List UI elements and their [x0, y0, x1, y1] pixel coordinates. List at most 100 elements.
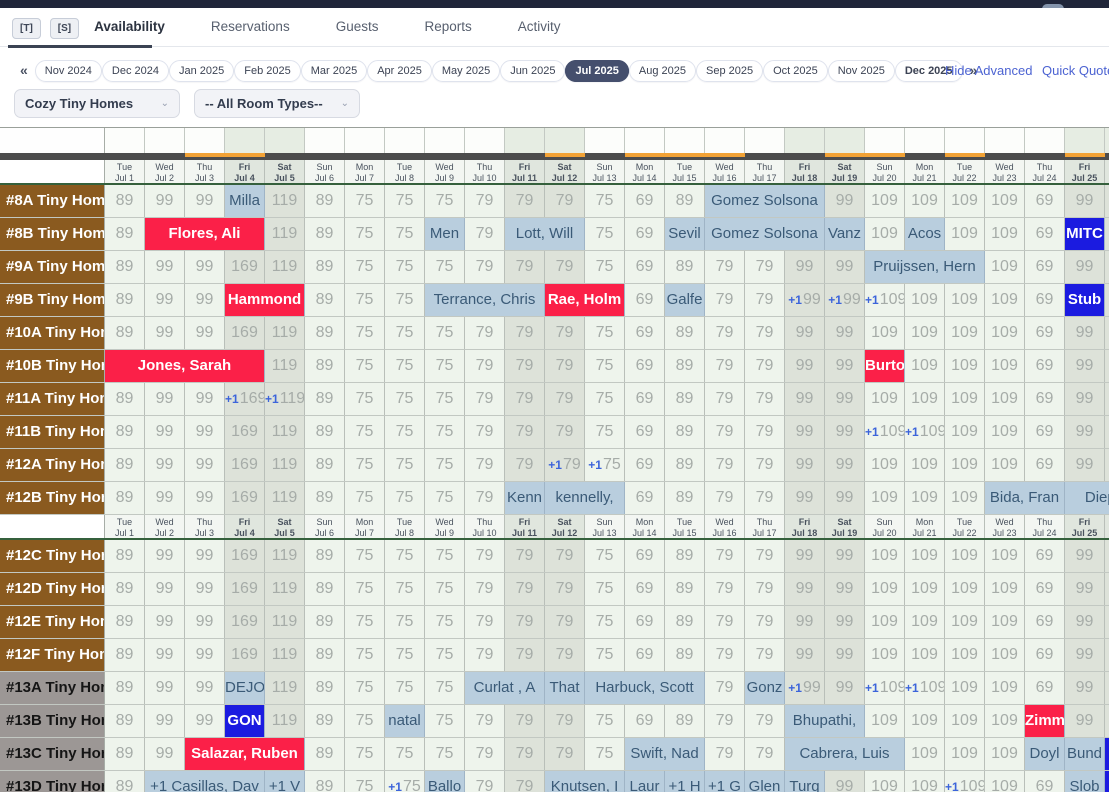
room-name-cell[interactable]: #10A Tiny Home [0, 317, 105, 349]
price-cell[interactable]: 89 [305, 606, 345, 638]
price-cell[interactable]: 79 [705, 573, 745, 605]
price-cell[interactable]: 79 [745, 416, 785, 448]
price-cell[interactable]: 109 [945, 350, 985, 382]
price-cell[interactable]: +199 [785, 672, 825, 704]
price-cell[interactable]: 99 [1065, 606, 1105, 638]
price-cell[interactable]: 109 [865, 705, 905, 737]
price-cell[interactable]: 89 [105, 606, 145, 638]
price-cell[interactable]: 79 [465, 606, 505, 638]
price-cell[interactable]: 69 [625, 350, 665, 382]
price-cell[interactable]: 75 [585, 738, 625, 770]
room-name-cell[interactable]: #13A Tiny Home [0, 672, 105, 704]
price-cell[interactable]: 89 [665, 185, 705, 217]
reservation-block[interactable]: Zimm [1025, 705, 1065, 737]
price-cell[interactable]: 69 [1025, 416, 1065, 448]
price-cell[interactable]: 79 [545, 705, 585, 737]
price-cell[interactable] [1105, 350, 1109, 382]
price-cell[interactable]: 89 [305, 705, 345, 737]
price-cell[interactable]: 89 [665, 606, 705, 638]
price-cell[interactable]: 79 [505, 185, 545, 217]
price-cell[interactable]: 99 [145, 639, 185, 671]
reservation-block[interactable]: Pruijssen, Hern [865, 251, 985, 283]
price-cell[interactable]: 89 [305, 317, 345, 349]
price-cell[interactable]: 79 [465, 449, 505, 481]
price-cell[interactable]: 109 [945, 606, 985, 638]
price-cell[interactable]: 79 [745, 573, 785, 605]
price-cell[interactable]: 69 [1025, 185, 1065, 217]
price-cell[interactable]: 89 [105, 639, 145, 671]
price-cell[interactable]: 75 [425, 317, 465, 349]
price-cell[interactable]: 99 [185, 606, 225, 638]
reservation-block[interactable]: MITC [1065, 218, 1105, 250]
price-cell[interactable]: 79 [745, 738, 785, 770]
price-cell[interactable]: 99 [785, 540, 825, 572]
price-cell[interactable]: 79 [465, 416, 505, 448]
price-cell[interactable] [1105, 416, 1109, 448]
price-cell[interactable]: 109 [905, 482, 945, 514]
price-cell[interactable] [1105, 449, 1109, 481]
price-cell[interactable]: 75 [345, 606, 385, 638]
price-cell[interactable]: 89 [305, 540, 345, 572]
price-cell[interactable]: 69 [1025, 317, 1065, 349]
price-cell[interactable]: 75 [385, 218, 425, 250]
price-cell[interactable]: 75 [585, 573, 625, 605]
price-cell[interactable]: 109 [945, 738, 985, 770]
price-cell[interactable]: 109 [945, 540, 985, 572]
price-cell[interactable]: 99 [785, 639, 825, 671]
reservation-block[interactable]: Acos [905, 218, 945, 250]
price-cell[interactable]: 109 [945, 416, 985, 448]
price-cell[interactable]: 119 [265, 672, 305, 704]
tab-reports[interactable]: Reports [424, 19, 471, 34]
price-cell[interactable]: 89 [105, 251, 145, 283]
price-cell[interactable]: 79 [705, 317, 745, 349]
price-cell[interactable]: 169 [225, 639, 265, 671]
reservation-block[interactable]: C [1105, 738, 1109, 770]
price-cell[interactable]: 69 [1025, 672, 1065, 704]
price-cell[interactable]: 169 [225, 317, 265, 349]
price-cell[interactable]: +1109 [905, 672, 945, 704]
price-cell[interactable]: 99 [825, 639, 865, 671]
price-cell[interactable]: 99 [185, 639, 225, 671]
price-cell[interactable]: 75 [345, 771, 385, 792]
price-cell[interactable]: 109 [905, 738, 945, 770]
price-cell[interactable]: 89 [665, 705, 705, 737]
price-cell[interactable]: 99 [1065, 540, 1105, 572]
price-cell[interactable]: 89 [105, 738, 145, 770]
price-cell[interactable]: 79 [465, 482, 505, 514]
price-cell[interactable]: 75 [345, 738, 385, 770]
price-cell[interactable]: 109 [945, 218, 985, 250]
price-cell[interactable]: 89 [105, 540, 145, 572]
price-cell[interactable]: 109 [985, 771, 1025, 792]
price-cell[interactable]: 169 [225, 449, 265, 481]
price-cell[interactable]: 79 [705, 350, 745, 382]
price-cell[interactable]: 89 [105, 771, 145, 792]
price-cell[interactable]: 75 [585, 639, 625, 671]
price-cell[interactable]: 109 [865, 606, 905, 638]
price-cell[interactable]: 119 [265, 416, 305, 448]
price-cell[interactable]: 69 [1025, 383, 1065, 415]
room-name-cell[interactable]: #12E Tiny Home [0, 606, 105, 638]
price-cell[interactable]: 75 [585, 606, 625, 638]
price-cell[interactable]: 75 [425, 251, 465, 283]
price-cell[interactable]: 75 [345, 218, 385, 250]
price-cell[interactable]: 109 [945, 317, 985, 349]
price-cell[interactable]: 99 [825, 251, 865, 283]
price-cell[interactable]: 99 [785, 606, 825, 638]
price-cell[interactable]: 69 [1025, 606, 1065, 638]
price-cell[interactable]: 109 [865, 482, 905, 514]
month-pill-feb-2025[interactable]: Feb 2025 [234, 60, 300, 82]
price-cell[interactable]: 89 [665, 350, 705, 382]
price-cell[interactable]: 109 [865, 639, 905, 671]
price-cell[interactable]: 79 [705, 606, 745, 638]
price-cell[interactable]: 75 [585, 185, 625, 217]
price-cell[interactable]: 99 [825, 672, 865, 704]
price-cell[interactable]: 75 [385, 350, 425, 382]
price-cell[interactable]: 75 [385, 449, 425, 481]
price-cell[interactable]: 75 [345, 350, 385, 382]
price-cell[interactable]: +175 [585, 449, 625, 481]
reservation-block[interactable]: +1 G [705, 771, 745, 792]
tab-activity[interactable]: Activity [518, 19, 561, 34]
price-cell[interactable]: 99 [185, 540, 225, 572]
price-cell[interactable]: 79 [505, 639, 545, 671]
price-cell[interactable]: 99 [185, 251, 225, 283]
